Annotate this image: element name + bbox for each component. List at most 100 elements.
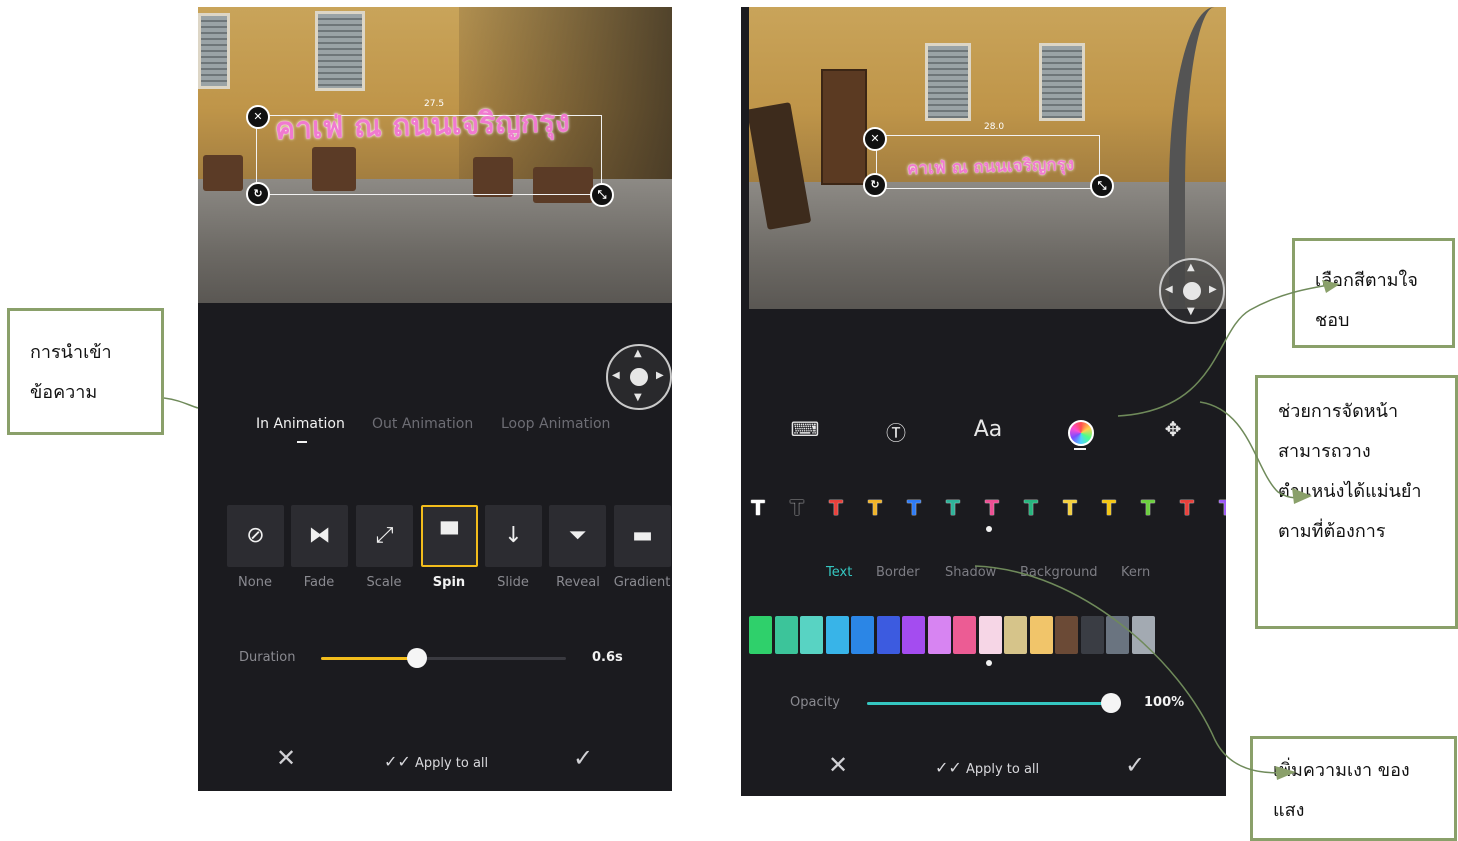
- position-joystick[interactable]: ▲ ▼ ◀ ▶: [606, 344, 672, 410]
- callout-import-text: การนำเข้า ข้อความ: [7, 308, 164, 435]
- arrow-down-icon: ▼: [634, 392, 642, 403]
- animation-label-slide: Slide: [497, 575, 529, 590]
- arrow-up-icon: ▲: [1187, 262, 1195, 273]
- double-check-icon: ✓✓: [384, 752, 411, 771]
- callout-shadow: เพิ่มความเงา ของ แสง: [1250, 736, 1457, 841]
- text-style-preset[interactable]: T: [745, 495, 771, 521]
- apply-to-all-button[interactable]: ✓✓ Apply to all: [935, 758, 1039, 777]
- door: [821, 69, 867, 185]
- confirm-check-icon[interactable]: ✓: [573, 744, 593, 772]
- color-swatch[interactable]: [1055, 616, 1078, 654]
- none-icon[interactable]: ⊘: [227, 505, 284, 567]
- scale-icon[interactable]: ⤢: [356, 505, 413, 567]
- text-style-preset[interactable]: T: [1018, 495, 1044, 521]
- animation-label-gradient: Gradient: [613, 575, 671, 590]
- right-editor-screen: คาเฟ่ ณ ถนนเจริญกรุง 28.0 ✕ ↻ ⤡ ▲ ▼ ◀ ▶ …: [741, 7, 1226, 796]
- tab-background[interactable]: Background: [1020, 565, 1098, 580]
- text-style-preset[interactable]: T: [823, 495, 849, 521]
- double-check-icon: ✓✓: [935, 758, 962, 777]
- callout-layout-help: ช่วยการจัดหน้า สามารถวาง ตำแหน่งได้แม่นย…: [1255, 375, 1458, 629]
- color-swatch[interactable]: [800, 616, 823, 654]
- delete-handle-icon[interactable]: ✕: [863, 127, 887, 151]
- active-tool-indicator: [1074, 448, 1086, 450]
- animation-label-fade: Fade: [303, 575, 335, 590]
- arrow-left-icon: ◀: [1165, 284, 1173, 295]
- color-swatch[interactable]: [1106, 616, 1129, 654]
- text-style-preset[interactable]: T: [1057, 495, 1083, 521]
- rotate-handle-icon[interactable]: ↻: [246, 182, 270, 206]
- cancel-icon[interactable]: ✕: [828, 751, 848, 779]
- tab-kern[interactable]: Kern: [1121, 565, 1150, 580]
- tab-shadow[interactable]: Shadow: [945, 565, 996, 580]
- duration-value: 0.6s: [592, 650, 623, 665]
- cancel-icon[interactable]: ✕: [276, 744, 296, 772]
- text-style-preset[interactable]: T: [901, 495, 927, 521]
- tab-border[interactable]: Border: [876, 565, 920, 580]
- tab-in-animation[interactable]: In Animation: [256, 416, 345, 432]
- color-swatch[interactable]: [978, 616, 1002, 654]
- color-swatch[interactable]: [851, 616, 874, 654]
- resize-handle-icon[interactable]: ⤡: [590, 183, 614, 207]
- color-wheel-icon[interactable]: [1068, 420, 1094, 446]
- color-swatch[interactable]: [902, 616, 925, 654]
- text-style-icon[interactable]: Ⓣ: [881, 417, 911, 446]
- fade-icon[interactable]: ⧓: [291, 505, 348, 567]
- font-icon[interactable]: Aa: [973, 417, 1003, 442]
- tab-loop-animation[interactable]: Loop Animation: [501, 416, 610, 432]
- text-style-preset[interactable]: T: [940, 495, 966, 521]
- duration-slider-knob[interactable]: [406, 648, 427, 668]
- position-joystick[interactable]: ▲ ▼ ◀ ▶: [1159, 258, 1225, 324]
- move-arrows-icon[interactable]: ✥: [1158, 417, 1188, 441]
- opacity-label: Opacity: [790, 695, 841, 710]
- resize-handle-icon[interactable]: ⤡: [1090, 174, 1114, 198]
- tab-out-animation[interactable]: Out Animation: [372, 416, 473, 432]
- overlay-text[interactable]: คาเฟ่ ณ ถนนเจริญกรุง: [274, 98, 571, 153]
- shuttered-window: [315, 11, 365, 91]
- color-swatch[interactable]: [927, 616, 951, 654]
- text-style-preset[interactable]: T: [1174, 495, 1200, 521]
- text-style-preset[interactable]: T: [1096, 495, 1122, 521]
- slide-icon[interactable]: ↓: [485, 505, 542, 567]
- color-swatch[interactable]: [876, 616, 900, 654]
- active-tab-indicator: [297, 441, 307, 443]
- color-swatch[interactable]: [953, 616, 976, 654]
- text-style-preset[interactable]: T: [1135, 495, 1161, 521]
- duration-label: Duration: [239, 650, 296, 665]
- color-swatch[interactable]: [1080, 616, 1104, 654]
- color-swatch[interactable]: [749, 616, 772, 654]
- callout-choose-color: เลือกสีตามใจ ชอบ: [1292, 238, 1455, 348]
- color-swatch[interactable]: [1029, 616, 1053, 654]
- color-swatch[interactable]: [1004, 616, 1027, 654]
- video-preview: คาเฟ่ ณ ถนนเจริญกรุง 28.0 ✕ ↻ ⤡: [749, 7, 1226, 309]
- animation-label-none: None: [238, 575, 272, 590]
- text-style-preset[interactable]: T: [1213, 495, 1226, 521]
- spin-icon[interactable]: ▀: [421, 505, 478, 567]
- color-swatch[interactable]: [825, 616, 849, 654]
- text-style-preset[interactable]: T: [784, 495, 810, 521]
- text-style-preset[interactable]: T: [979, 495, 1005, 521]
- left-editor-screen: คาเฟ่ ณ ถนนเจริญกรุง 27.5 ✕ ↻ ⤡ ▲ ▼ ◀ ▶ …: [198, 7, 672, 791]
- rotate-handle-icon[interactable]: ↻: [863, 173, 887, 197]
- apply-to-all-button[interactable]: ✓✓ Apply to all: [384, 752, 488, 771]
- selected-color-dot: [986, 660, 992, 666]
- opacity-slider-knob[interactable]: [1101, 693, 1121, 713]
- confirm-check-icon[interactable]: ✓: [1125, 751, 1145, 779]
- rotation-readout: 27.5: [424, 99, 445, 109]
- arrow-up-icon: ▲: [634, 348, 642, 359]
- tab-text[interactable]: Text: [826, 565, 852, 580]
- connector-import: [163, 397, 199, 409]
- text-style-preset[interactable]: T: [862, 495, 888, 521]
- selected-style-dot: [986, 526, 992, 532]
- animation-label-reveal: Reveal: [556, 575, 600, 590]
- delete-handle-icon[interactable]: ✕: [246, 105, 270, 129]
- color-swatch[interactable]: [774, 616, 798, 654]
- color-swatch[interactable]: [1131, 616, 1155, 654]
- gradient-icon[interactable]: ▬: [614, 505, 671, 567]
- overlay-text[interactable]: คาเฟ่ ณ ถนนเจริญกรุง: [907, 151, 1075, 182]
- reveal-icon[interactable]: ⏷: [549, 505, 606, 567]
- opacity-slider-fill: [867, 702, 1111, 705]
- keyboard-icon[interactable]: ⌨: [790, 417, 820, 441]
- duration-slider-fill: [321, 657, 417, 660]
- arrow-right-icon: ▶: [1209, 284, 1217, 295]
- arrow-right-icon: ▶: [656, 370, 664, 381]
